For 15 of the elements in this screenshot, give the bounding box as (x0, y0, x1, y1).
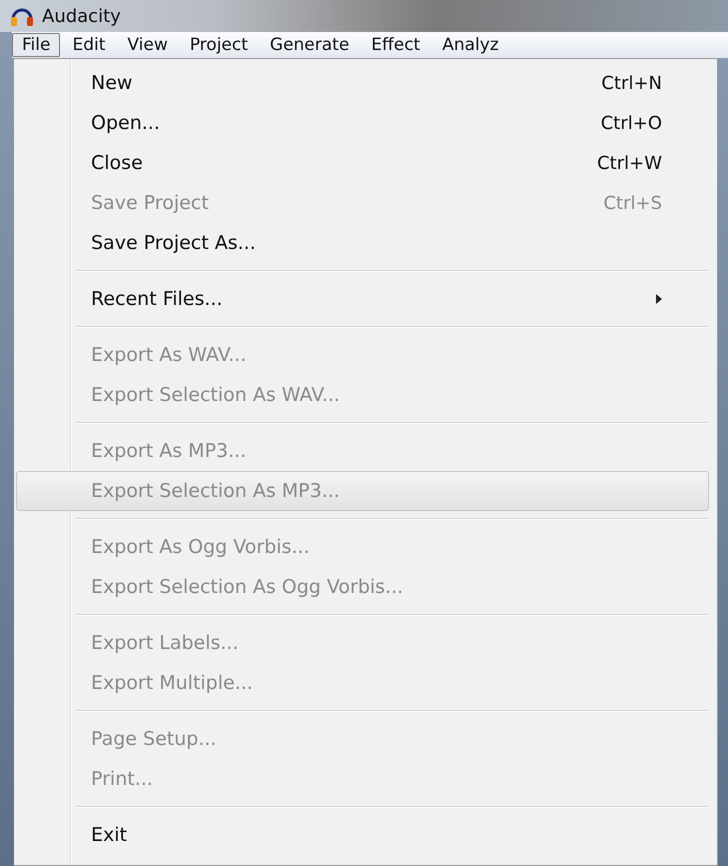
window-title: Audacity (42, 6, 121, 26)
menu-bar-item[interactable]: Generate (260, 33, 360, 57)
menu-item[interactable]: New Ctrl+N (16, 63, 709, 103)
submenu-arrow-icon (656, 294, 662, 304)
menu-bar-item[interactable]: File (12, 33, 60, 57)
menu-item[interactable]: Recent Files... (16, 279, 709, 319)
menu-bar-item[interactable]: Effect (361, 33, 430, 57)
menu-item[interactable]: Open... Ctrl+O (16, 103, 709, 143)
menu-bar-item[interactable]: Analyz (432, 33, 509, 57)
menu-item[interactable]: Exit (16, 815, 709, 855)
menu-bar-item[interactable]: Edit (62, 33, 116, 57)
menu-bar-item[interactable]: Project (180, 33, 258, 57)
menu-item[interactable]: Close Ctrl+W (16, 143, 709, 183)
menu-item[interactable]: Save Project As... (16, 223, 709, 263)
menu-bar-item[interactable]: View (117, 33, 178, 57)
